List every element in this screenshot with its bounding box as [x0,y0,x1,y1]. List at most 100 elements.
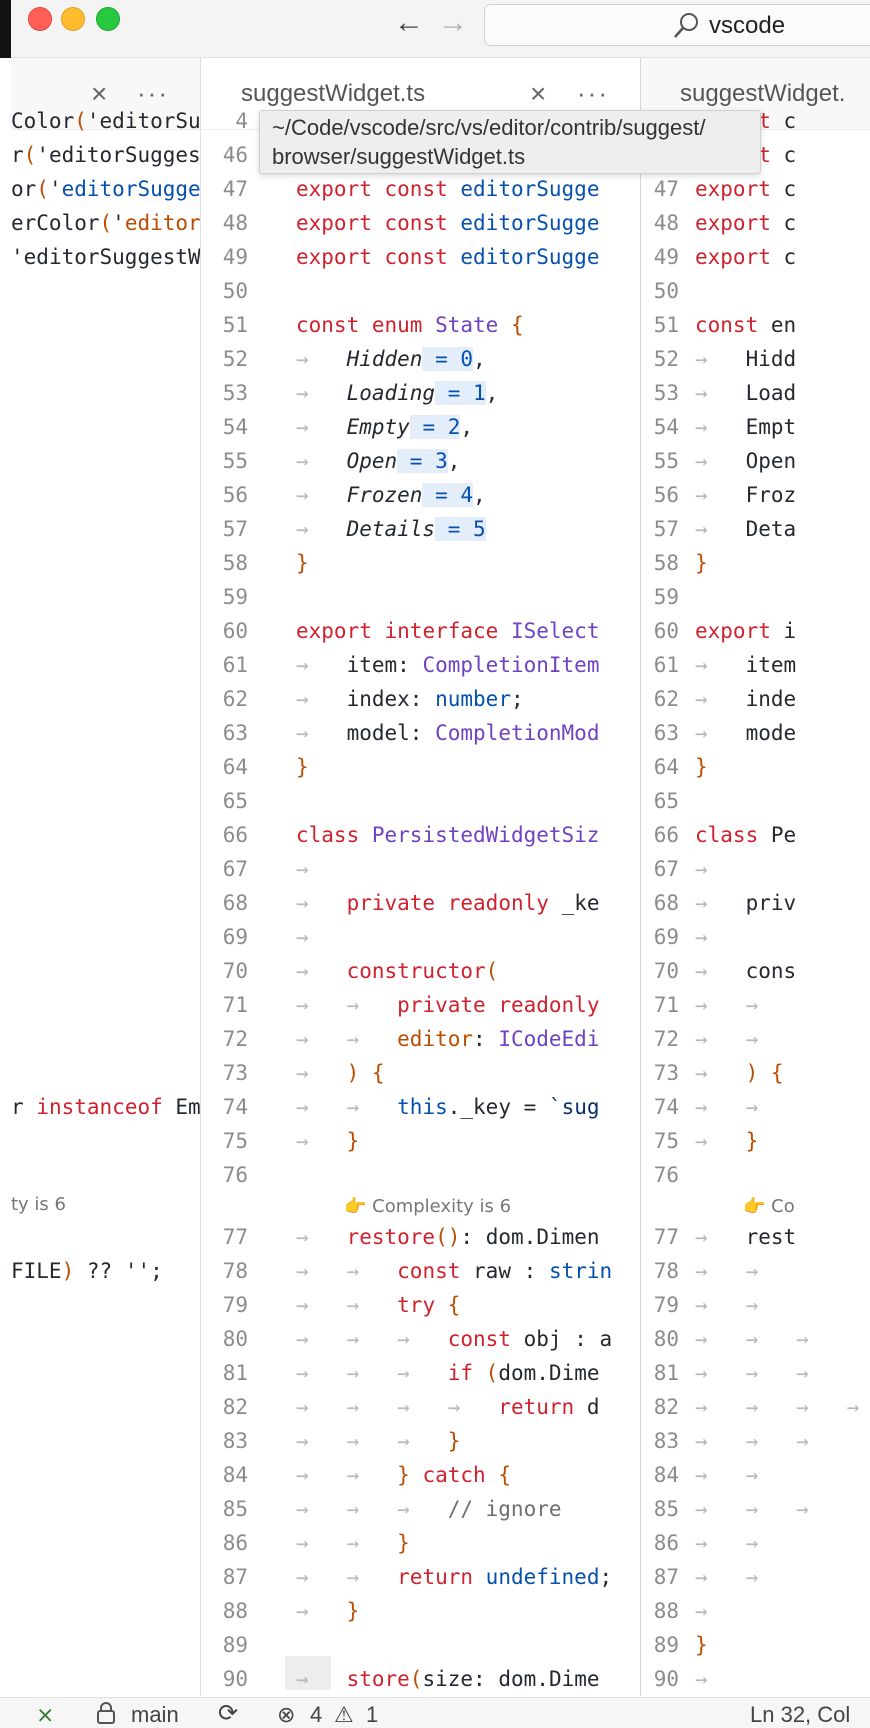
line-number[interactable]: 66 [201,818,248,852]
line-number[interactable]: 49 [201,240,248,274]
code-line[interactable]: → [296,852,347,886]
branch-name[interactable]: main [131,1702,179,1728]
code-line[interactable]: export const editorSugge [296,206,599,240]
maximize-window-button[interactable] [96,7,120,31]
line-number[interactable]: 73 [201,1056,248,1090]
code-line[interactable]: → constructor( [296,954,498,988]
line-number[interactable]: 88 [201,1594,248,1628]
arrow-left-icon[interactable]: ← [394,8,424,38]
line-number[interactable]: 69 [201,920,248,954]
line-number[interactable]: 56 [201,478,248,512]
code-line[interactable]: → Details = 5 [296,512,486,546]
line-number[interactable]: 80 [201,1322,248,1356]
line-number[interactable]: 75 [201,1124,248,1158]
line-number[interactable]: 4 [201,104,248,138]
sync-icon[interactable]: ⟳ [218,1699,238,1728]
code-line[interactable]: → [296,920,347,954]
left-editor-pane[interactable]: × ··· Color('editorSu r('editorSugges or('… [11,58,201,1696]
code-line[interactable]: → item: CompletionItem [296,648,599,682]
code-line[interactable]: → Hidden = 0, [296,342,486,376]
cursor-position[interactable]: Ln 32, Col [750,1702,850,1728]
line-number[interactable]: 48 [201,206,248,240]
line-number[interactable]: 89 [201,1628,248,1662]
line-number[interactable]: 70 [201,954,248,988]
line-number[interactable]: 67 [201,852,248,886]
code-line[interactable]: → → → if (dom.Dime [296,1356,600,1390]
line-number[interactable]: 63 [201,716,248,750]
line-number[interactable]: 78 [201,1254,248,1288]
right-editor-pane[interactable]: suggestWidget. 4export c46export c47expo… [641,58,870,1696]
code-line[interactable]: → → → → return d [296,1390,599,1424]
line-number[interactable]: 74 [201,1090,248,1124]
warning-icon[interactable]: ⚠ [334,1702,354,1728]
code-line[interactable]: → → → } [296,1424,460,1458]
codelens-complexity[interactable]: 👉 Complexity is 6 [344,1196,511,1217]
code-line[interactable]: const enum State { [296,308,524,342]
line-number[interactable]: 57 [201,512,248,546]
line-number[interactable]: 77 [201,1220,248,1254]
code-line[interactable]: class PersistedWidgetSiz [296,818,599,852]
line-number[interactable]: 76 [201,1158,248,1192]
code-line[interactable]: } [296,546,309,580]
line-number[interactable]: 61 [201,648,248,682]
line-number[interactable]: 81 [201,1356,248,1390]
line-number[interactable]: 90 [201,1662,248,1696]
code-line[interactable]: → → const raw : strin [296,1254,612,1288]
command-center-search[interactable]: vscode [484,4,870,46]
code-line[interactable]: → → → const obj : a [296,1322,612,1356]
code-line[interactable]: → → → // ignore [296,1492,562,1526]
line-number[interactable]: 50 [201,274,248,308]
line-number[interactable]: 60 [201,614,248,648]
code-line[interactable]: export const editorSugge [296,240,599,274]
code-line[interactable]: → Frozen = 4, [296,478,486,512]
line-number[interactable]: 65 [201,784,248,818]
line-number[interactable]: 79 [201,1288,248,1322]
line-number[interactable]: 82 [201,1390,248,1424]
line-number[interactable]: 68 [201,886,248,920]
line-number[interactable]: 83 [201,1424,248,1458]
line-number[interactable]: 87 [201,1560,248,1594]
code-line[interactable]: → Empty = 2, [296,410,473,444]
code-line[interactable]: } [296,750,309,784]
code-line[interactable]: → → editor: ICodeEdi [296,1022,599,1056]
code-line[interactable]: → } [296,1594,359,1628]
line-number[interactable]: 53 [201,376,248,410]
codelens-complexity[interactable]: 👉 Co [743,1196,795,1217]
code-line[interactable]: → → return undefined; [296,1560,612,1594]
error-count[interactable]: 4 [310,1702,322,1728]
line-number[interactable]: 71 [201,988,248,1022]
minimize-window-button[interactable] [61,7,85,31]
warning-count[interactable]: 1 [366,1702,378,1728]
code-line[interactable]: → Loading = 1, [296,376,498,410]
code-line[interactable]: → private readonly _ke [296,886,600,920]
line-number[interactable]: 59 [201,580,248,614]
remote-icon[interactable]: ⨯ [36,1702,54,1728]
code-line[interactable]: export interface ISelect [296,614,599,648]
line-number[interactable]: 46 [201,138,248,172]
line-number[interactable]: 85 [201,1492,248,1526]
line-number[interactable]: 58 [201,546,248,580]
code-line[interactable]: → → try { [296,1288,460,1322]
code-line[interactable]: → restore(): dom.Dimen [296,1220,600,1254]
code-line[interactable]: → index: number; [296,682,524,716]
line-number[interactable]: 84 [201,1458,248,1492]
code-line[interactable]: → → private readonly [296,988,599,1022]
line-number[interactable]: 52 [201,342,248,376]
error-icon[interactable]: ⊗ [277,1702,295,1728]
line-number[interactable]: 54 [201,410,248,444]
code-line[interactable]: → store(size: dom.Dime [296,1662,600,1696]
line-number[interactable]: 72 [201,1022,248,1056]
code-line[interactable]: → } [296,1124,359,1158]
line-number[interactable]: 86 [201,1526,248,1560]
code-line[interactable]: → model: CompletionMod [296,716,599,750]
arrow-right-icon[interactable]: → [438,8,468,38]
line-number[interactable]: 64 [201,750,248,784]
code-line[interactable]: → ) { [296,1056,385,1090]
line-number[interactable]: 55 [201,444,248,478]
close-window-button[interactable] [28,7,52,31]
line-number[interactable]: 62 [201,682,248,716]
middle-editor-pane[interactable]: suggestWidget.ts × ··· 4export const edi… [201,58,641,1696]
line-number[interactable]: 51 [201,308,248,342]
code-line[interactable]: → → } [296,1526,410,1560]
code-line[interactable]: → Open = 3, [296,444,460,478]
